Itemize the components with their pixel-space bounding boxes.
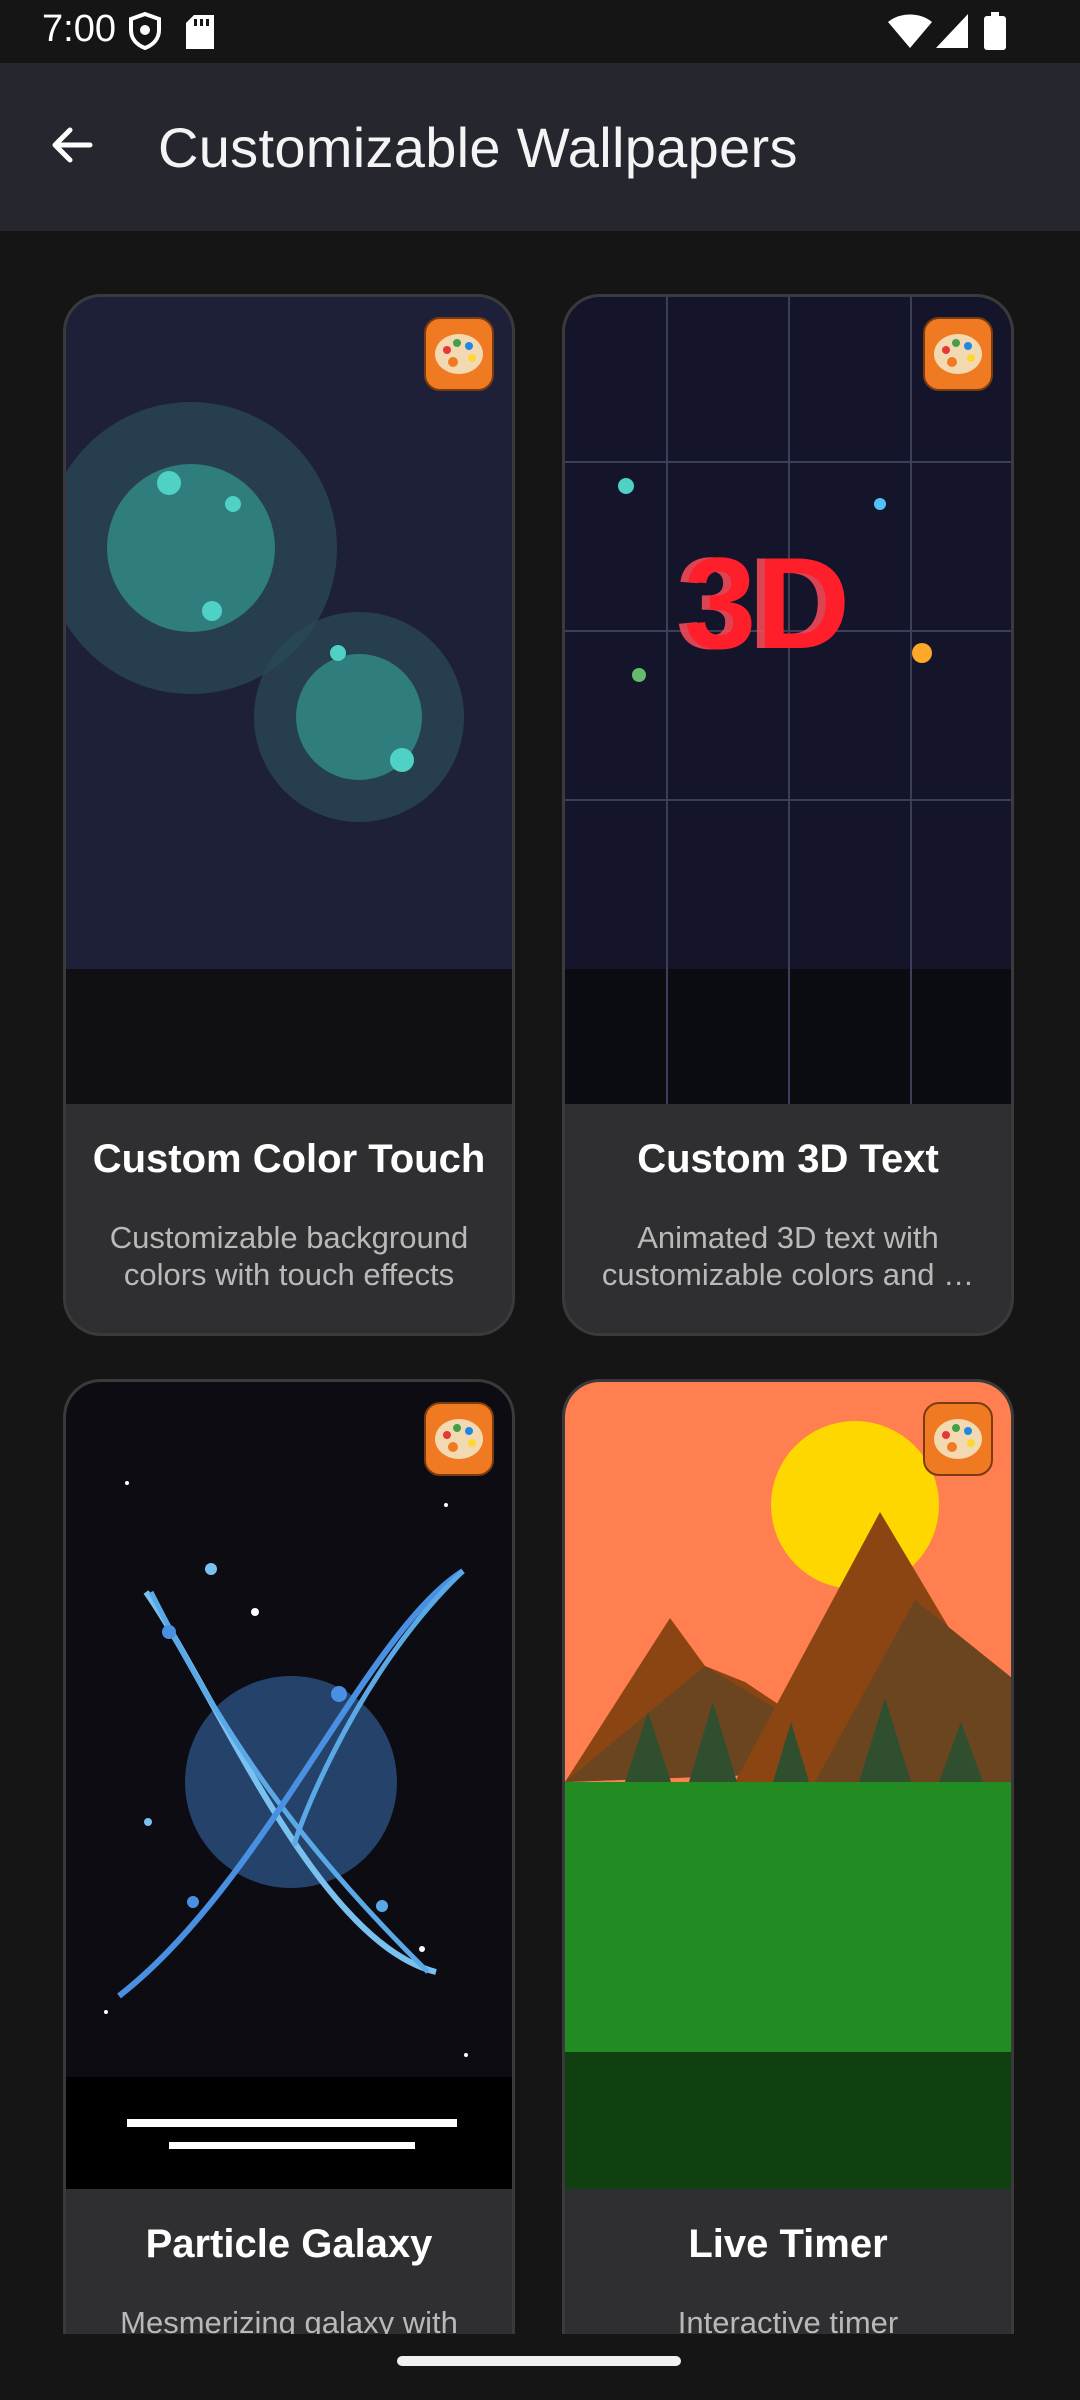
wallpaper-card-live-timer[interactable]: Live Timer Interactive timer — [562, 1379, 1014, 2334]
card-description: Customizable background colors with touc… — [109, 1220, 469, 1292]
page-title: Customizable Wallpapers — [158, 116, 798, 179]
palette-icon[interactable] — [923, 317, 993, 391]
wallpaper-preview — [565, 1382, 1011, 2189]
status-bar: 7:00 — [0, 0, 1080, 63]
palette-icon[interactable] — [424, 1402, 494, 1476]
wallpaper-preview — [66, 297, 512, 1104]
wallpaper-card-custom-3d-text[interactable]: 3D 3D Custom 3D Text Animated 3D text wi… — [562, 294, 1014, 1336]
wallpaper-card-particle-galaxy[interactable]: Particle Galaxy Mesmerizing galaxy with — [63, 1379, 515, 2334]
battery-icon — [984, 12, 1006, 55]
navigation-bar — [0, 2334, 1080, 2400]
palette-icon[interactable] — [923, 1402, 993, 1476]
card-title: Custom 3D Text — [637, 1137, 939, 1181]
card-description: Animated 3D text with customizable color… — [601, 1220, 975, 1292]
sd-card-icon — [186, 15, 214, 54]
card-description: Mesmerizing galaxy with — [120, 2305, 458, 2334]
status-time: 7:00 — [42, 8, 116, 50]
wallpaper-preview: 3D 3D — [565, 297, 1011, 1104]
signal-icon — [936, 14, 968, 53]
card-title: Custom Color Touch — [92, 1137, 486, 1181]
wifi-icon — [888, 14, 932, 53]
preview-3d-text: 3D — [684, 530, 850, 676]
arrow-left-icon — [48, 121, 96, 174]
wallpaper-card-custom-color-touch[interactable]: Custom Color Touch Customizable backgrou… — [63, 294, 515, 1336]
back-button[interactable] — [36, 111, 108, 183]
card-title: Live Timer — [688, 2222, 888, 2266]
shield-icon — [128, 11, 162, 55]
wallpaper-grid[interactable]: Custom Color Touch Customizable backgrou… — [0, 231, 1080, 2334]
palette-icon[interactable] — [424, 317, 494, 391]
card-title: Particle Galaxy — [145, 2222, 433, 2266]
home-indicator[interactable] — [397, 2356, 681, 2366]
wallpaper-preview — [66, 1382, 512, 2189]
card-description: Interactive timer — [677, 2305, 899, 2334]
app-bar: Customizable Wallpapers — [0, 63, 1080, 231]
